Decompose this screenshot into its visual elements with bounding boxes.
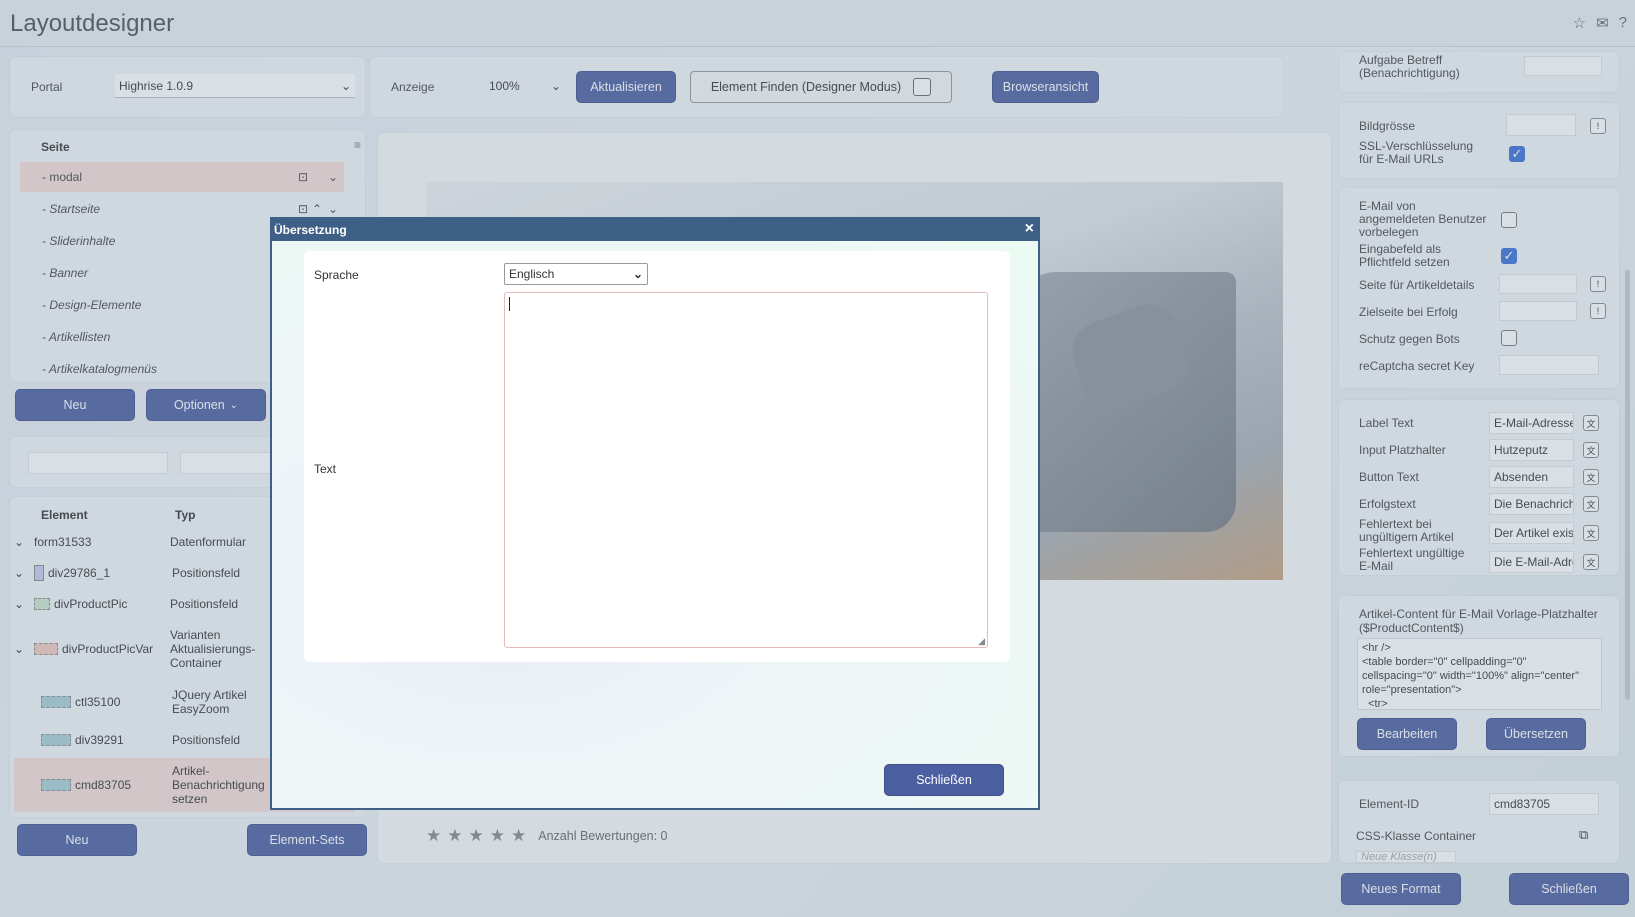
dialog-close-button[interactable]: Schließen <box>884 764 1004 796</box>
text-textarea[interactable]: ◢ <box>504 292 988 648</box>
translation-dialog: Übersetzung × Sprache Englisch ⌄ Text ◢ … <box>270 217 1040 810</box>
close-icon[interactable]: × <box>1025 220 1034 238</box>
dialog-header: Übersetzung × <box>272 219 1038 241</box>
language-label: Sprache <box>314 268 359 282</box>
dialog-title: Übersetzung <box>274 223 347 237</box>
text-label: Text <box>314 462 337 476</box>
dialog-body: Sprache Englisch ⌄ Text ◢ Schließen <box>272 241 1038 808</box>
resize-handle-icon[interactable]: ◢ <box>978 636 985 647</box>
text-caret <box>509 297 510 311</box>
dialog-card: Sprache Englisch ⌄ Text ◢ <box>304 251 1010 662</box>
chevron-down-icon: ⌄ <box>632 267 643 281</box>
language-select-value: Englisch <box>509 267 555 281</box>
language-select[interactable]: Englisch ⌄ <box>504 263 648 285</box>
